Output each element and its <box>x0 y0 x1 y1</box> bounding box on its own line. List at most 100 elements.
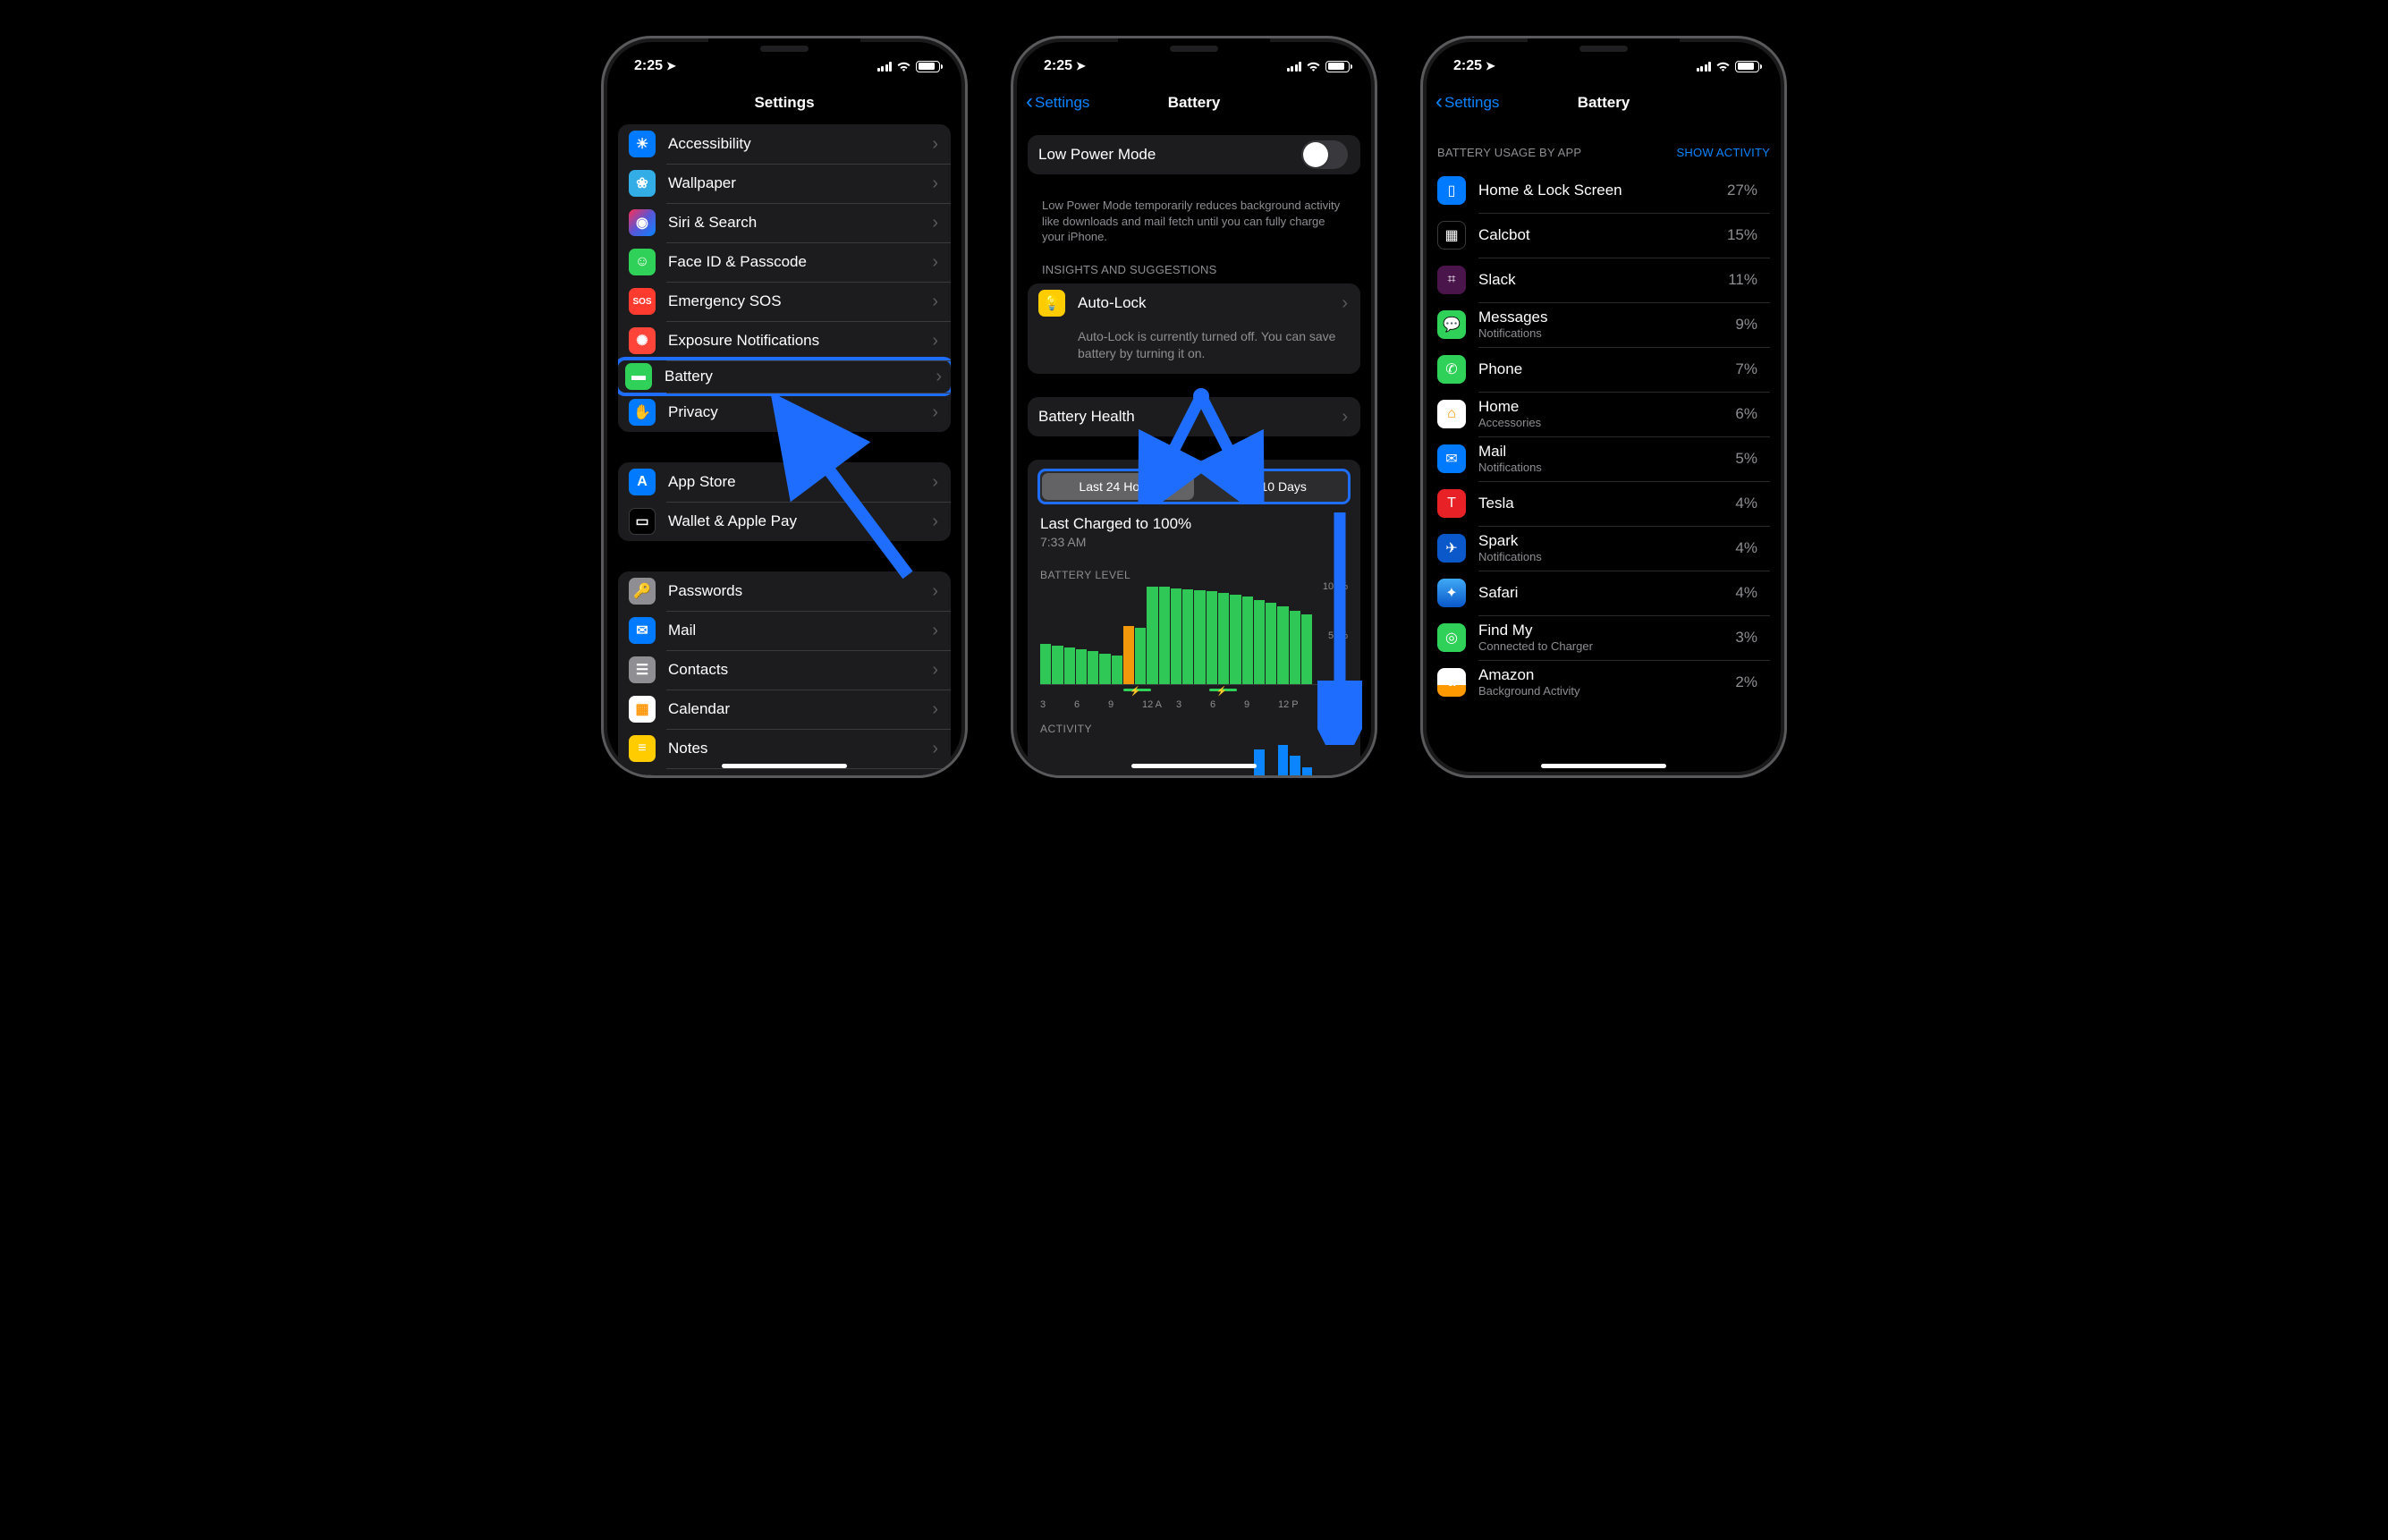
autolock-row[interactable]: 💡 Auto-Lock › <box>1028 283 1360 323</box>
battery-bar <box>1064 647 1075 684</box>
home-indicator[interactable] <box>722 764 847 768</box>
show-activity-button[interactable]: SHOW ACTIVITY <box>1677 146 1770 159</box>
settings-row-accessibility[interactable]: ☀︎Accessibility› <box>618 124 951 164</box>
amazon-icon: a <box>1437 668 1466 697</box>
row-label: Calendar <box>668 700 925 718</box>
app-label: Messages <box>1478 309 1735 326</box>
chevron-right-icon: › <box>932 403 938 421</box>
battery-bar <box>1123 626 1134 684</box>
status-time: 2:25 <box>1453 58 1482 74</box>
back-button[interactable]: ‹ Settings <box>1435 93 1499 113</box>
activity-label: ACTIVITY <box>1040 710 1348 735</box>
row-label: Privacy <box>668 403 925 421</box>
autolock-icon: 💡 <box>1038 290 1065 317</box>
x-axis: 36912 A36912 P <box>1040 685 1348 710</box>
notch <box>708 38 860 65</box>
battery-bar <box>1218 593 1229 684</box>
chevron-right-icon: › <box>1342 294 1348 312</box>
settings-row-contacts[interactable]: ☰Contacts› <box>618 650 951 690</box>
app-row-calcbot[interactable]: ▦Calcbot15% <box>1437 213 1770 258</box>
app-usage-value: 7% <box>1735 360 1757 378</box>
battery-health-row[interactable]: Battery Health › <box>1028 397 1360 436</box>
chevron-right-icon: › <box>932 292 938 310</box>
settings-row-battery[interactable]: ▬Battery› <box>618 357 951 396</box>
battery-bar <box>1135 628 1146 684</box>
page-title: Settings <box>754 94 814 112</box>
ytick-50: 50% <box>1328 630 1348 641</box>
home-indicator[interactable] <box>1541 764 1666 768</box>
settings-row-notes[interactable]: ≡Notes› <box>618 729 951 768</box>
chevron-right-icon: › <box>932 622 938 639</box>
lpm-description: Low Power Mode temporarily reduces backg… <box>1028 190 1360 263</box>
home-lock-icon: ▯ <box>1437 176 1466 205</box>
nav-bar: ‹ Settings Battery <box>1013 81 1375 124</box>
app-row-home[interactable]: ⌂HomeAccessories6% <box>1437 392 1770 436</box>
app-row-home-lock-screen[interactable]: ▯Home & Lock Screen27% <box>1437 168 1770 213</box>
battery-status-icon <box>1325 61 1350 72</box>
activity-bar <box>1302 767 1312 775</box>
settings-row-face-id-passcode[interactable]: ☺Face ID & Passcode› <box>618 242 951 282</box>
app-row-safari[interactable]: ✦Safari4% <box>1437 571 1770 615</box>
wallpaper-icon: ❀ <box>629 170 656 197</box>
battery-bar <box>1301 614 1312 684</box>
phone-icon: ✆ <box>1437 355 1466 384</box>
exposure-icon: ✺ <box>629 327 656 354</box>
xtick: 9 <box>1244 699 1278 710</box>
settings-row-mail[interactable]: ✉Mail› <box>618 611 951 650</box>
seg-24h[interactable]: Last 24 Hours <box>1042 473 1194 500</box>
low-power-toggle[interactable] <box>1301 140 1348 169</box>
app-row-tesla[interactable]: TTesla4% <box>1437 481 1770 526</box>
status-time: 2:25 <box>1044 58 1072 74</box>
ytick-100: 100% <box>1323 581 1348 592</box>
wallet-icon: ▭ <box>629 508 656 535</box>
app-row-mail[interactable]: ✉MailNotifications5% <box>1437 436 1770 481</box>
nav-bar: ‹ Settings Battery <box>1423 81 1784 124</box>
reminders-icon: ☑ <box>629 774 656 775</box>
messages-icon: 💬 <box>1437 310 1466 339</box>
row-label: Low Power Mode <box>1038 146 1301 164</box>
battery-bar <box>1266 603 1276 685</box>
xtick: 6 <box>1210 699 1244 710</box>
settings-row-calendar[interactable]: ▦Calendar› <box>618 690 951 729</box>
cellular-icon <box>1697 62 1712 72</box>
app-usage-value: 9% <box>1735 316 1757 334</box>
settings-row-emergency-sos[interactable]: SOSEmergency SOS› <box>618 282 951 321</box>
settings-row-wallpaper[interactable]: ❀Wallpaper› <box>618 164 951 203</box>
home-indicator[interactable] <box>1131 764 1257 768</box>
seg-10d[interactable]: Last 10 Days <box>1194 473 1346 500</box>
xtick: 6 <box>1074 699 1108 710</box>
app-row-find-my[interactable]: ◎Find MyConnected to Charger3% <box>1437 615 1770 660</box>
time-range-segmented[interactable]: Last 24 Hours Last 10 Days <box>1037 469 1351 504</box>
usage-scroll[interactable]: BATTERY USAGE BY APP SHOW ACTIVITY ▯Home… <box>1423 124 1784 775</box>
settings-row-siri-search[interactable]: ◉Siri & Search› <box>618 203 951 242</box>
chevron-right-icon: › <box>932 582 938 600</box>
app-sublabel: Background Activity <box>1478 684 1735 698</box>
app-sublabel: Connected to Charger <box>1478 639 1735 654</box>
battery-bar <box>1254 600 1265 685</box>
app-row-phone[interactable]: ✆Phone7% <box>1437 347 1770 392</box>
app-row-spark[interactable]: ✈SparkNotifications4% <box>1437 526 1770 571</box>
battery-scroll[interactable]: Low Power Mode Low Power Mode temporaril… <box>1013 124 1375 775</box>
settings-list[interactable]: ☀︎Accessibility›❀Wallpaper›◉Siri & Searc… <box>604 124 965 775</box>
low-power-mode-row[interactable]: Low Power Mode <box>1028 135 1360 174</box>
ytick-60m: 60m <box>1329 735 1348 746</box>
row-label: Exposure Notifications <box>668 332 925 350</box>
settings-row-wallet-apple-pay[interactable]: ▭Wallet & Apple Pay› <box>618 502 951 541</box>
app-row-amazon[interactable]: aAmazonBackground Activity2% <box>1437 660 1770 705</box>
app-row-slack[interactable]: ⌗Slack11% <box>1437 258 1770 302</box>
settings-row-reminders[interactable]: ☑Reminders› <box>618 768 951 775</box>
settings-row-exposure-notifications[interactable]: ✺Exposure Notifications› <box>618 321 951 360</box>
xtick: 9 <box>1108 699 1142 710</box>
row-label: Contacts <box>668 661 925 679</box>
chevron-right-icon: › <box>932 135 938 153</box>
settings-row-app-store[interactable]: AApp Store› <box>618 462 951 502</box>
back-label: Settings <box>1035 94 1089 112</box>
app-row-messages[interactable]: 💬MessagesNotifications9% <box>1437 302 1770 347</box>
settings-row-passwords[interactable]: 🔑Passwords› <box>618 571 951 611</box>
last-charged-title: Last Charged to 100% <box>1040 515 1348 533</box>
settings-row-privacy[interactable]: ✋Privacy› <box>618 393 951 432</box>
back-button[interactable]: ‹ Settings <box>1026 93 1089 113</box>
chevron-right-icon: › <box>936 368 942 385</box>
xtick: 12 P <box>1278 699 1312 710</box>
row-label: Notes <box>668 740 925 757</box>
